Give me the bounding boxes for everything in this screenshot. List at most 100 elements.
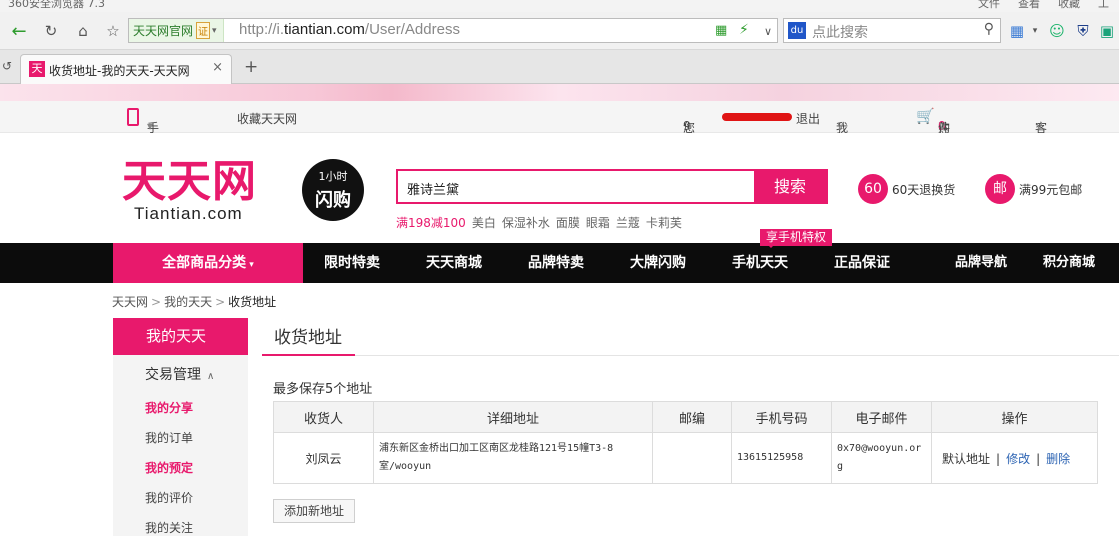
star-icon[interactable]: ☆ [102,20,124,42]
undo-icon[interactable]: ↺ [2,59,12,73]
tab-title: 收货地址-我的天天-天天网 [49,64,190,78]
breadcrumb: 天天网 > 我的天天 > 收货地址 [112,293,276,310]
shield-icon[interactable]: ⛨ [1072,20,1094,42]
url-path: /User/Address [364,21,460,38]
address-table: 收货人 详细地址 邮编 手机号码 电子邮件 操作 刘凤云 浦东新区金桥出口加工区… [273,401,1098,484]
column-header: 操作 [931,401,1098,433]
logout-link[interactable]: 退出 [796,110,820,127]
new-tab-button[interactable]: + [244,57,258,77]
site-search-button[interactable]: 搜索 [754,171,826,202]
hot-keyword[interactable]: 兰蔻 [616,216,640,230]
tab-bar: ↺ 天 收货地址-我的天天-天天网 × + [0,50,1119,84]
sidebar: 我的天天 交易管理 ∧ 我的分享 我的订单 我的预定 我的评价 我的关注 [113,318,248,536]
plugin-icon[interactable]: ▣ [1096,20,1118,42]
home-icon[interactable]: ⌂ [72,20,94,42]
column-header: 详细地址 [373,401,653,433]
flash-sale-top: 1小时 [318,170,348,183]
nav-item[interactable]: 限时特卖 [324,243,380,283]
table-header-row: 收货人 详细地址 邮编 手机号码 电子邮件 操作 [273,401,1098,433]
cell-name: 刘凤云 [273,432,374,484]
phone-icon [127,108,139,126]
nav-item[interactable]: 手机天天 [732,243,788,283]
site-logo[interactable]: 天天网 Tiantian.com [122,160,257,224]
mobile-privilege-tag: 享手机特权 [760,229,833,248]
app-title: 360安全浏览器 7.3 [8,0,105,10]
flash-sale-bottom: 闪购 [315,190,351,211]
hot-keyword[interactable]: 保湿补水 [502,216,550,230]
nav-item[interactable]: 品牌特卖 [528,243,584,283]
free-shipping[interactable]: 邮 满99元包邮 [985,174,1082,204]
chevron-down-icon[interactable]: ▾ [1024,20,1046,42]
url-domain: tiantian.com [284,21,365,38]
nav-item[interactable]: 天天商城 [426,243,482,283]
table-row: 刘凤云 浦东新区金桥出口加工区南区龙桂路121号15幢T3-8室/wooyun … [273,432,1098,484]
username-redaction [722,113,792,121]
search-placeholder: 点此搜索 [812,25,868,41]
delete-link[interactable]: 删除 [1046,452,1070,466]
all-categories-button[interactable]: 全部商品分类 ▾ [113,243,303,283]
back-arrow-icon[interactable]: ← [8,20,30,42]
default-address-label[interactable]: 默认地址 [942,452,990,466]
add-address-button[interactable]: 添加新地址 [273,499,355,523]
site-identity-badge[interactable]: 天天网官网 证 ▾ [129,19,224,42]
refresh-icon[interactable]: ↻ [40,20,62,42]
qr-code-icon[interactable]: ▦ [715,23,727,38]
flash-sale-badge[interactable]: 1小时 闪购 [302,159,364,221]
logo-en: Tiantian.com [134,204,243,223]
sidebar-group-trade[interactable]: 交易管理 ∧ [145,364,214,384]
separator: | [996,451,1001,466]
search-engine-icon[interactable]: du [788,22,806,39]
nav-item[interactable]: 正品保证 [834,243,890,283]
logo-cn: 天天网 [122,156,257,207]
edit-link[interactable]: 修改 [1006,452,1030,466]
column-header: 收货人 [273,401,374,433]
hot-keyword[interactable]: 满198减100 [396,216,466,230]
browser-search-box[interactable]: du 点此搜索 ⚲ [783,18,1001,43]
sidebar-item-share[interactable]: 我的分享 [145,399,193,416]
cell-email: 0x70@wooyun.org [831,432,932,484]
breadcrumb-current: 收货地址 [228,295,277,309]
breadcrumb-home[interactable]: 天天网 [112,295,148,309]
close-icon[interactable]: × [212,60,223,75]
sidebar-item-follows[interactable]: 我的关注 [145,519,193,536]
search-icon[interactable]: ⚲ [984,21,994,37]
tab-active[interactable]: 天 收货地址-我的天天-天天网 × [20,54,232,84]
sidebar-item-orders[interactable]: 我的订单 [145,429,193,446]
certificate-icon: 证 [196,22,211,39]
nav-item[interactable]: 大牌闪购 [630,243,686,283]
promo-banner-strip[interactable] [0,84,1119,101]
menu-tools[interactable]: 工具 [1098,0,1119,12]
nav-item[interactable]: 积分商城 [1043,243,1095,283]
lightning-icon[interactable]: ⚡ [739,22,749,38]
bookmark-site-link[interactable]: 收藏天天网 [237,110,297,127]
menu-view[interactable]: 查看 [1018,0,1040,11]
hot-keyword[interactable]: 卡莉芙 [646,216,682,230]
nav-item[interactable]: 品牌导航 [955,243,1007,283]
breadcrumb-my[interactable]: 我的天天 [164,295,212,309]
site-search-input[interactable]: 雅诗兰黛 [407,179,459,198]
hot-keyword[interactable]: 眼霜 [586,216,610,230]
breadcrumb-separator: > [151,295,162,309]
sidebar-item-reviews[interactable]: 我的评价 [145,489,193,506]
separator: | [1036,451,1041,466]
smile-icon[interactable]: ☺ [1046,20,1068,42]
menu-favorites[interactable]: 收藏 [1058,0,1080,11]
title-underline [262,354,355,356]
address-bar[interactable]: 天天网官网 证 ▾ http://i.tiantian.com/User/Add… [128,18,778,43]
address-limit-note: 最多保存5个地址 [273,382,373,397]
browser-titlebar: 360安全浏览器 7.3 文件 查看 收藏 工具 [0,0,1119,12]
cell-zip [652,432,732,484]
sidebar-header[interactable]: 我的天天 [113,318,248,355]
dropdown-chevron-icon[interactable]: ∨ [757,20,779,42]
return-badge-icon: 60 [858,174,888,204]
return-policy[interactable]: 60 60天退换货 [858,174,955,204]
hot-keyword[interactable]: 面膜 [556,216,580,230]
menu-file[interactable]: 文件 [978,0,1000,11]
hot-keyword[interactable]: 美白 [472,216,496,230]
site-topbar: 手机天天网 ▾ 收藏天天网 您好，9 退出 我的天天 ∨ 🛒 购物车 0件 ∨ … [0,101,1119,203]
hot-keywords: 满198减100 美白 保湿补水 面膜 眼霜 兰蔻 卡莉芙 [396,214,688,231]
column-header: 邮编 [652,401,732,433]
url-text[interactable]: http://i.tiantian.com/User/Address [239,21,460,38]
cell-address: 浦东新区金桥出口加工区南区龙桂路121号15幢T3-8室/wooyun [373,432,653,484]
sidebar-item-reservations[interactable]: 我的预定 [145,459,193,476]
